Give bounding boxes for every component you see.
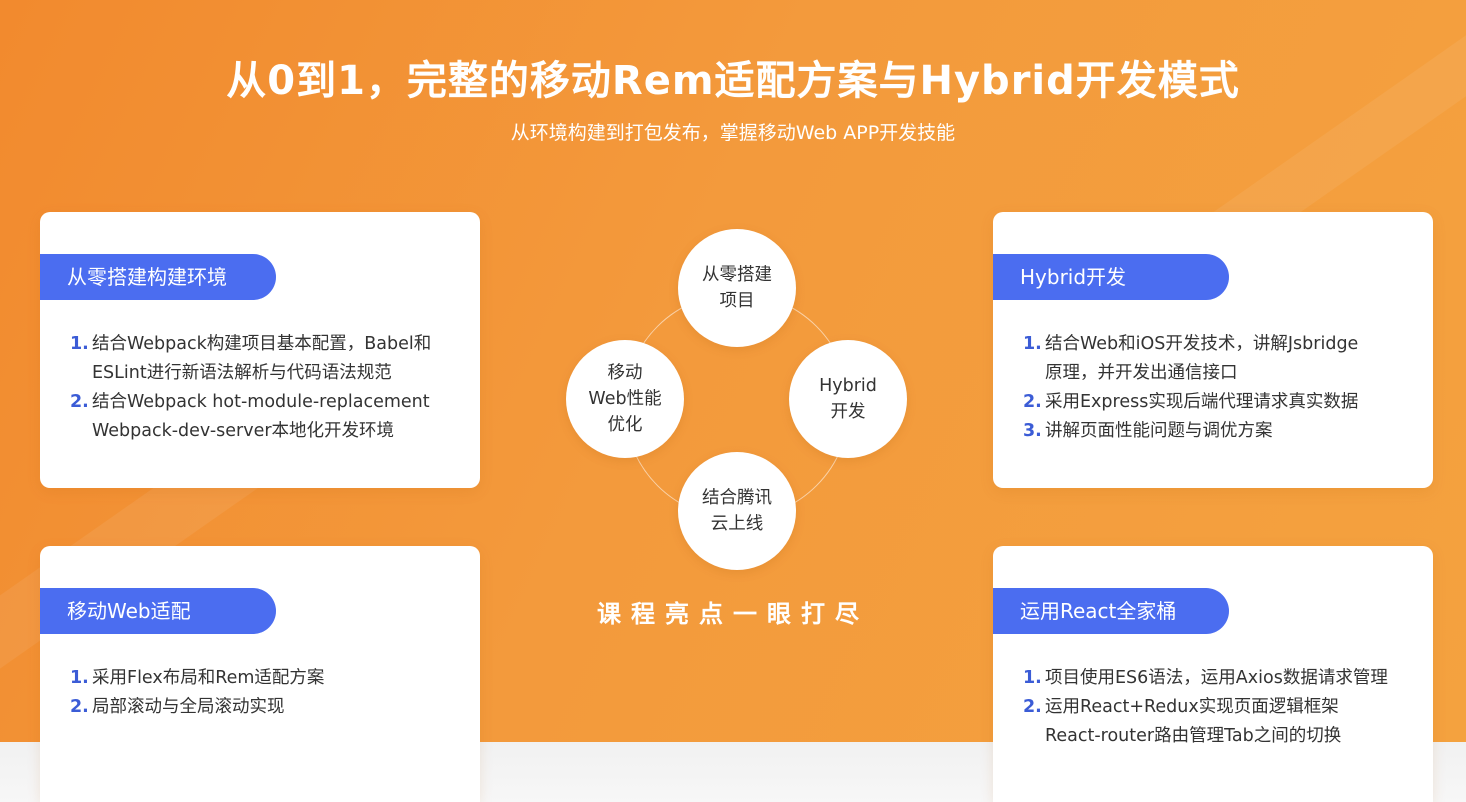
feature-card-mobile-web: 移动Web适配 1. 采用Flex布局和Rem适配方案 2. 局部滚动与全局滚动实现 [40,546,480,802]
item-text: 结合Webpack构建项目基本配置，Babel和 ESLint进行新语法解析与代… [92,334,432,383]
item-number: 1. [1023,334,1042,354]
item-text: 项目使用ES6语法，运用Axios数据请求管理 [1045,668,1388,688]
item-number: 2. [1023,392,1042,412]
item-number: 1. [1023,668,1042,688]
page-subtitle: 从环境构建到打包发布，掌握移动Web APP开发技能 [510,122,956,144]
feature-card-react: 运用React全家桶 1. 项目使用ES6语法，运用Axios数据请求管理 2. 运… [993,546,1433,802]
item-number: 1. [70,334,89,354]
card-list: 1. 结合Webpack构建项目基本配置，Babel和 ESLint进行新语法解析… [70,330,460,446]
item-number: 2. [1023,697,1042,717]
card-tag: 移动Web适配 [40,588,276,634]
list-item: 2. 局部滚动与全局滚动实现 [70,693,460,722]
item-text: 运用React+Redux实现页面逻辑框架 React-router路由管理Ta… [1045,697,1342,746]
card-list: 1. 项目使用ES6语法，运用Axios数据请求管理 2. 运用React+Redu… [1023,664,1413,751]
feature-card-hybrid: Hybrid开发 1. 结合Web和iOS开发技术，讲解Jsbridge 原理，并… [993,212,1433,488]
card-tag: 从零搭建构建环境 [40,254,276,300]
bubble-tencent-cloud: 结合腾讯 云上线 [678,452,796,570]
card-list: 1. 结合Web和iOS开发技术，讲解Jsbridge 原理，并开发出通信接口 2… [1023,330,1413,446]
list-item: 1. 结合Webpack构建项目基本配置，Babel和 ESLint进行新语法解析… [70,330,460,388]
list-item: 2. 结合Webpack hot-module-replacement Webpa… [70,388,460,446]
list-item: 1. 结合Web和iOS开发技术，讲解Jsbridge 原理，并开发出通信接口 [1023,330,1413,388]
item-number: 2. [70,392,89,412]
list-item: 1. 采用Flex布局和Rem适配方案 [70,664,460,693]
page-title: 从0到1，完整的移动Rem适配方案与Hybrid开发模式 [226,58,1240,104]
feature-card-build-env: 从零搭建构建环境 1. 结合Webpack构建项目基本配置，Babel和 ESLi… [40,212,480,488]
card-list: 1. 采用Flex布局和Rem适配方案 2. 局部滚动与全局滚动实现 [70,664,460,722]
card-tag: Hybrid开发 [993,254,1229,300]
item-text: 局部滚动与全局滚动实现 [92,697,285,717]
list-item: 3. 讲解页面性能问题与调优方案 [1023,417,1413,446]
list-item: 1. 项目使用ES6语法，运用Axios数据请求管理 [1023,664,1413,693]
item-number: 1. [70,668,89,688]
item-number: 2. [70,697,89,717]
item-text: 结合Webpack hot-module-replacement Webpack… [92,392,430,441]
bubble-hybrid: Hybrid 开发 [789,340,907,458]
item-text: 采用Flex布局和Rem适配方案 [92,668,325,688]
item-text: 讲解页面性能问题与调优方案 [1045,421,1273,441]
card-tag: 运用React全家桶 [993,588,1229,634]
list-item: 2. 采用Express实现后端代理请求真实数据 [1023,388,1413,417]
item-number: 3. [1023,421,1042,441]
bubble-build-project: 从零搭建 项目 [678,229,796,347]
bubble-web-performance: 移动 Web性能 优化 [566,340,684,458]
item-text: 结合Web和iOS开发技术，讲解Jsbridge 原理，并开发出通信接口 [1045,334,1359,383]
item-text: 采用Express实现后端代理请求真实数据 [1045,392,1359,412]
highlights-slogan: 课程亮点一眼打尽 [597,600,869,628]
list-item: 2. 运用React+Redux实现页面逻辑框架 React-router路由管理… [1023,693,1413,751]
